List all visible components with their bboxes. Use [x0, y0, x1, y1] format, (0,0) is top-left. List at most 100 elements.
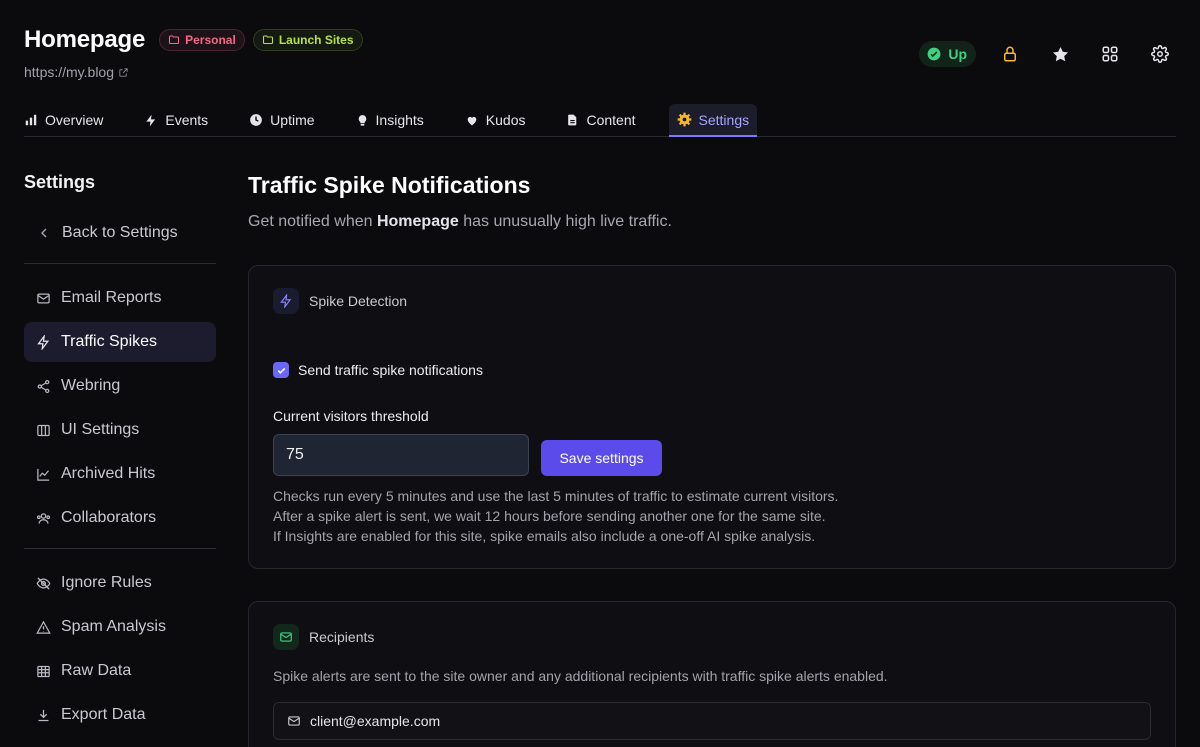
warning-icon — [36, 620, 51, 634]
help-line: After a spike alert is sent, we wait 12 … — [273, 508, 826, 524]
gear-icon — [677, 112, 691, 127]
sidebar-item-export-data[interactable]: Export Data — [24, 695, 216, 735]
checkbox-label: Send traffic spike notifications — [298, 362, 483, 378]
favorite-button[interactable] — [1044, 38, 1076, 70]
clock-icon — [250, 114, 263, 126]
bar-chart-icon — [25, 114, 37, 126]
main-content: Traffic Spike Notifications Get notified… — [248, 172, 1176, 747]
sidebar-item-raw-data[interactable]: Raw Data — [24, 651, 216, 691]
back-to-settings-link[interactable]: Back to Settings — [24, 213, 216, 253]
recipient-email: client@example.com — [310, 713, 441, 729]
card-icon-wrap — [273, 288, 299, 314]
spike-notifications-checkbox[interactable] — [273, 362, 289, 378]
subtitle-text: has unusually high live traffic. — [458, 213, 672, 230]
help-line: Checks run every 5 minutes and use the l… — [273, 488, 839, 504]
folder-icon — [169, 35, 180, 45]
tab-settings[interactable]: Settings — [668, 104, 758, 137]
help-line: If Insights are enabled for this site, s… — [273, 528, 816, 544]
badge-launch-sites[interactable]: Launch Sites — [252, 29, 363, 51]
tab-uptime[interactable]: Uptime — [249, 104, 315, 136]
sidebar-item-label: UI Settings — [61, 421, 140, 438]
mail-icon — [288, 716, 300, 726]
sidebar-item-label: Email Reports — [61, 289, 162, 306]
site-title: Homepage — [24, 26, 146, 53]
heart-icon — [467, 116, 477, 125]
lock-icon — [1004, 46, 1016, 62]
sidebar-item-label: Traffic Spikes — [61, 333, 158, 350]
columns-icon — [37, 424, 50, 436]
lock-button[interactable] — [994, 38, 1026, 70]
share-icon — [37, 379, 50, 393]
recipients-description: Spike alerts are sent to the site owner … — [273, 668, 888, 684]
subtitle-text: Get notified when — [248, 213, 377, 230]
document-icon — [568, 114, 577, 126]
folder-icon — [262, 35, 273, 45]
sidebar-item-ui-settings[interactable]: UI Settings — [24, 410, 216, 450]
tab-insights[interactable]: Insights — [356, 104, 424, 136]
recipients-card: Recipients Spike alerts are sent to the … — [248, 601, 1176, 747]
card-heading: Spike Detection — [273, 288, 407, 314]
sidebar-item-archived-hits[interactable]: Archived Hits — [24, 454, 216, 494]
checkmark-icon — [277, 367, 285, 374]
uptime-status-badge[interactable]: Up — [919, 41, 976, 67]
sidebar-item-traffic-spikes[interactable]: Traffic Spikes — [24, 322, 216, 362]
sidebar-item-ignore-rules[interactable]: Ignore Rules — [24, 563, 216, 603]
check-circle-icon — [927, 47, 941, 61]
tab-label: Uptime — [270, 112, 315, 128]
site-url-text: https://my.blog — [24, 64, 115, 80]
tab-overview[interactable]: Overview — [24, 104, 103, 136]
card-heading-label: Recipients — [309, 629, 375, 645]
mail-icon — [280, 632, 292, 642]
grid-icon — [1102, 46, 1118, 62]
badge-personal[interactable]: Personal — [159, 29, 245, 51]
tab-label: Kudos — [485, 112, 526, 128]
tab-events[interactable]: Events — [144, 104, 208, 136]
sidebar-item-label: Webring — [61, 377, 121, 394]
save-settings-button[interactable]: Save settings — [541, 440, 662, 476]
help-text: Checks run every 5 minutes and use the l… — [273, 486, 838, 546]
chevron-left-icon — [41, 228, 47, 238]
apps-button[interactable] — [1094, 38, 1126, 70]
badge-launch-sites-label: Launch Sites — [278, 33, 354, 47]
page-title: Traffic Spike Notifications — [248, 172, 531, 198]
sidebar-item-label: Archived Hits — [61, 465, 156, 482]
sidebar-item-email-reports[interactable]: Email Reports — [24, 278, 216, 318]
tab-label: Insights — [375, 112, 424, 128]
sidebar-item-label: Back to Settings — [62, 224, 178, 241]
badge-personal-label: Personal — [185, 33, 236, 47]
sidebar-item-collaborators[interactable]: Collaborators — [24, 498, 216, 538]
sidebar-item-webring[interactable]: Webring — [24, 366, 216, 406]
lightning-icon — [280, 294, 292, 308]
download-icon — [38, 709, 49, 721]
settings-sidebar: Settings Back to Settings Email Reports … — [24, 172, 216, 739]
threshold-label: Current visitors threshold — [273, 408, 429, 424]
tab-label: Settings — [698, 111, 750, 128]
sidebar-divider — [24, 548, 216, 549]
threshold-input[interactable] — [273, 434, 529, 476]
sidebar-item-label: Raw Data — [61, 662, 132, 679]
lightning-icon — [37, 334, 50, 350]
tab-label: Overview — [45, 112, 104, 128]
site-settings-button[interactable] — [1144, 38, 1176, 70]
tab-kudos[interactable]: Kudos — [465, 104, 526, 136]
lightbulb-icon — [358, 114, 366, 126]
card-icon-wrap — [273, 624, 299, 650]
site-header: Homepage Personal Launch Sites https://m… — [24, 26, 1176, 82]
subtitle-site-name: Homepage — [376, 213, 459, 230]
eye-off-icon — [36, 576, 51, 590]
gear-icon — [1151, 45, 1169, 63]
sidebar-item-label: Export Data — [61, 706, 146, 723]
recipient-row[interactable]: client@example.com — [273, 702, 1151, 740]
table-icon — [37, 665, 50, 677]
page-subtitle: Get notified when Homepage has unusually… — [248, 213, 1176, 231]
card-heading: Recipients — [273, 624, 374, 650]
star-icon — [1052, 46, 1068, 61]
sidebar-item-label: Ignore Rules — [61, 574, 152, 591]
tab-content[interactable]: Content — [566, 104, 636, 136]
external-link-icon — [119, 67, 128, 77]
spike-detection-card: Spike Detection Send traffic spike notif… — [248, 265, 1176, 569]
users-icon — [36, 512, 51, 524]
site-tabs: Overview Events Uptime Insights Kudos Co… — [24, 104, 1176, 137]
sidebar-item-spam-analysis[interactable]: Spam Analysis — [24, 607, 216, 647]
spike-notifications-toggle[interactable]: Send traffic spike notifications — [273, 362, 483, 378]
